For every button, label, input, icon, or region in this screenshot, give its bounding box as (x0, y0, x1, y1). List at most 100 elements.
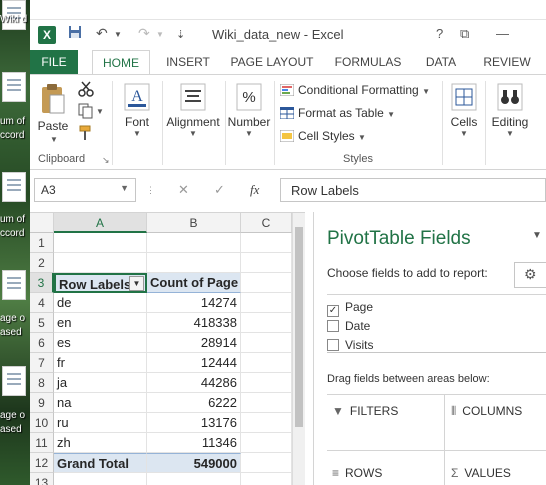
cell[interactable] (54, 253, 147, 273)
cell[interactable] (241, 373, 292, 393)
redo-icon[interactable]: ↷ (138, 25, 150, 42)
number-button[interactable]: % Number ▼ (226, 83, 272, 138)
ribbon-display-options-button[interactable]: ⧉ (460, 26, 469, 42)
field-checkbox-visits[interactable] (327, 339, 339, 351)
alignment-button[interactable]: Alignment ▼ (164, 83, 222, 138)
row-header[interactable]: 9 (30, 393, 54, 413)
grand-total-label[interactable]: Grand Total (54, 453, 147, 473)
font-button[interactable]: A Font ▼ (118, 83, 156, 138)
column-header-c[interactable]: C (241, 213, 292, 233)
field-item-page[interactable]: ✓ Page (327, 300, 373, 317)
cell[interactable] (241, 353, 292, 373)
pivot-row-label[interactable]: en (54, 313, 147, 333)
row-header[interactable]: 7 (30, 353, 54, 373)
cell-styles-button[interactable]: Cell Styles ▼ (279, 129, 366, 143)
redo-dropdown-icon[interactable]: ▼ (156, 30, 164, 39)
scrollbar-thumb[interactable] (295, 227, 303, 427)
paste-button[interactable]: Paste (36, 83, 70, 133)
cell[interactable] (241, 313, 292, 333)
values-area[interactable]: Σ VALUES (451, 466, 511, 480)
row-header[interactable]: 4 (30, 293, 54, 313)
filters-area[interactable]: ▼ FILTERS (332, 404, 398, 418)
cell[interactable] (241, 293, 292, 313)
row-header[interactable]: 8 (30, 373, 54, 393)
cut-icon[interactable] (78, 81, 94, 100)
format-as-table-button[interactable]: Format as Table ▼ (279, 106, 395, 120)
format-painter-icon[interactable] (78, 125, 94, 144)
conditional-formatting-button[interactable]: Conditional Formatting ▼ (279, 83, 430, 97)
tab-page-layout[interactable]: PAGE LAYOUT (226, 50, 318, 74)
cell[interactable] (241, 253, 292, 273)
cell[interactable] (241, 273, 292, 293)
help-button[interactable]: ? (436, 26, 443, 41)
field-item-visits[interactable]: Visits (327, 338, 373, 352)
pane-options-dropdown-icon[interactable]: ▼ (532, 230, 542, 241)
undo-dropdown-icon[interactable]: ▼ (114, 30, 122, 39)
row-header[interactable]: 10 (30, 413, 54, 433)
insert-function-icon[interactable]: fx (250, 182, 259, 198)
clipboard-launcher-icon[interactable]: ↘ (102, 155, 110, 166)
field-checkbox-page[interactable]: ✓ (327, 305, 339, 317)
pivot-value-header[interactable]: Count of Page (147, 273, 241, 293)
formula-input[interactable]: Row Labels (280, 178, 546, 202)
name-box[interactable]: A3 ▼ (34, 178, 136, 202)
pivot-row-label[interactable]: ru (54, 413, 147, 433)
desktop-file-icon[interactable] (2, 72, 26, 102)
row-labels-filter-icon[interactable]: ▼ (129, 276, 144, 291)
cells-button[interactable]: Cells ▼ (448, 83, 480, 138)
pivot-row-value[interactable]: 44286 (147, 373, 241, 393)
pivot-row-value[interactable]: 13176 (147, 413, 241, 433)
minimize-button[interactable]: — (496, 26, 509, 41)
cell[interactable] (54, 233, 147, 253)
undo-icon[interactable]: ↶ (96, 25, 108, 42)
pivot-row-label[interactable]: de (54, 293, 147, 313)
cell[interactable] (147, 473, 241, 485)
save-icon[interactable] (68, 25, 82, 42)
desktop-file-icon[interactable] (2, 270, 26, 300)
select-all-button[interactable] (30, 213, 54, 233)
cell[interactable] (241, 473, 292, 485)
cell[interactable] (241, 233, 292, 253)
cell[interactable] (241, 433, 292, 453)
pivot-row-value[interactable]: 28914 (147, 333, 241, 353)
name-box-dropdown-icon[interactable]: ▼ (120, 183, 129, 193)
row-header[interactable]: 11 (30, 433, 54, 453)
row-header[interactable]: 5 (30, 313, 54, 333)
pivot-row-value[interactable]: 11346 (147, 433, 241, 453)
enter-icon[interactable]: ✓ (214, 182, 225, 198)
pivot-row-value[interactable]: 6222 (147, 393, 241, 413)
pivot-row-label[interactable]: es (54, 333, 147, 353)
pivot-row-label[interactable]: na (54, 393, 147, 413)
row-header[interactable]: 2 (30, 253, 54, 273)
desktop-file-icon[interactable] (2, 366, 26, 396)
tab-insert[interactable]: INSERT (160, 50, 216, 74)
vertical-scrollbar[interactable] (292, 213, 305, 485)
field-list-settings-button[interactable]: ⚙ (514, 262, 546, 288)
cancel-icon[interactable]: ✕ (178, 182, 189, 198)
paste-dropdown-icon[interactable]: ▼ (50, 135, 58, 144)
cell[interactable] (241, 453, 292, 473)
row-header[interactable]: 13 (30, 473, 54, 485)
tab-data[interactable]: DATA (418, 50, 464, 74)
cell[interactable] (147, 253, 241, 273)
pivot-row-value[interactable]: 14274 (147, 293, 241, 313)
editing-button[interactable]: Editing ▼ (488, 83, 532, 138)
rows-area[interactable]: ≡ ROWS (332, 466, 382, 480)
row-header[interactable]: 6 (30, 333, 54, 353)
pivot-row-value[interactable]: 12444 (147, 353, 241, 373)
tab-review[interactable]: REVIEW (476, 50, 538, 74)
cell[interactable] (241, 393, 292, 413)
row-header[interactable]: 1 (30, 233, 54, 253)
pivot-row-value[interactable]: 418338 (147, 313, 241, 333)
pivot-row-label[interactable]: fr (54, 353, 147, 373)
grand-total-value[interactable]: 549000 (147, 453, 241, 473)
cell[interactable] (241, 333, 292, 353)
cell[interactable] (147, 233, 241, 253)
columns-area[interactable]: ⦀ COLUMNS (451, 404, 522, 419)
field-item-date[interactable]: Date (327, 319, 370, 333)
cell[interactable] (54, 473, 147, 485)
tab-formulas[interactable]: FORMULAS (330, 50, 406, 74)
desktop-file-icon[interactable] (2, 172, 26, 202)
pivot-row-label[interactable]: zh (54, 433, 147, 453)
column-header-b[interactable]: B (147, 213, 241, 233)
